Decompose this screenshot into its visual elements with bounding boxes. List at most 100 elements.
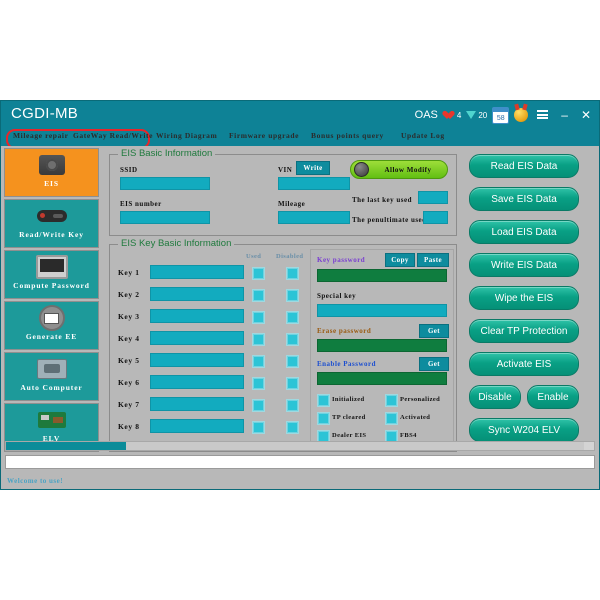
allow-modify-toggle[interactable]: Allow Modify [350,160,448,179]
special-key-label: Special key [317,292,357,300]
sidebar-item-read-write-key[interactable]: Read/Write Key [4,199,99,248]
menu-item-bonus-points-query[interactable]: Bonus points query [311,131,384,140]
sidebar-item-auto-computer[interactable]: Auto Computer [4,352,99,401]
copy-button[interactable]: Copy [385,253,415,267]
auto-icon [36,356,67,382]
flag-checkbox-initialized[interactable] [317,394,330,407]
sidebar-item-generate-ee[interactable]: Generate EE [4,301,99,350]
heart-counter[interactable]: 4 [445,111,461,120]
action-button-enable[interactable]: Enable [527,385,579,409]
menu-item-firmware-upgrade[interactable]: Firmware upgrade [229,131,299,140]
minimize-button[interactable]: – [557,101,572,129]
key-value-input[interactable] [150,265,244,279]
key-disabled-checkbox[interactable] [286,421,299,434]
key-disabled-checkbox[interactable] [286,377,299,390]
gem-counter[interactable]: 20 [466,111,487,120]
medal-icon[interactable] [514,108,529,122]
key-value-input[interactable] [150,375,244,389]
sidebar-item-label: Auto Computer [20,383,83,392]
key-used-checkbox[interactable] [252,289,265,302]
menu-button[interactable] [533,101,552,129]
key-used-checkbox[interactable] [252,333,265,346]
flag-label: Activated [400,414,431,421]
icon-glyph [38,305,65,331]
flag-label: Initialized [332,396,365,403]
penultimate-used-value[interactable] [423,211,448,224]
action-button-sync-w204-elv[interactable]: Sync W204 ELV [469,418,579,442]
log-output-field [5,455,595,469]
erase-password-label: Erase password [317,327,372,335]
flag-checkbox-tp-cleared[interactable] [317,412,330,425]
key-value-input[interactable] [150,287,244,301]
gem-count: 20 [478,110,488,120]
key-value-input[interactable] [150,419,244,433]
oas-label: OAS [414,109,438,121]
key-disabled-checkbox[interactable] [286,289,299,302]
flag-checkbox-activated[interactable] [385,412,398,425]
action-button-clear-tp-protection[interactable]: Clear TP Protection [469,319,579,343]
key-password-label: Key password [317,256,366,264]
ssid-label: SSID [120,166,138,174]
key-icon [36,203,67,229]
key-disabled-checkbox[interactable] [286,355,299,368]
key-used-checkbox[interactable] [252,267,265,280]
penultimate-used-label: The penultimate used [352,216,427,224]
enable-password-input[interactable] [317,372,447,385]
action-button-write-eis-data[interactable]: Write EIS Data [469,253,579,277]
key-used-checkbox[interactable] [252,421,265,434]
menu-item-gateway-read-write[interactable]: GateWay Read/Write [73,131,153,140]
menu-bar: Mileage repair GateWay Read/Write Wiring D… [1,129,599,149]
app-title: CGDI-MB [11,105,79,122]
key-value-input[interactable] [150,353,244,367]
ssid-input[interactable] [120,177,210,190]
scrollbar-thumb[interactable] [6,442,126,450]
key-disabled-checkbox[interactable] [286,311,299,324]
paste-button[interactable]: Paste [417,253,449,267]
action-button-load-eis-data[interactable]: Load EIS Data [469,220,579,244]
sidebar-item-label: Read/Write Key [19,230,84,239]
key-row-label: Key 4 [118,334,140,343]
special-key-input[interactable] [317,304,447,317]
close-button[interactable]: ✕ [577,101,595,129]
mileage-label: Mileage [278,200,306,208]
scrollbar-arrow-icon[interactable] [584,442,594,450]
key-value-input[interactable] [150,397,244,411]
vin-input[interactable] [278,177,350,190]
key-row-label: Key 6 [118,378,140,387]
heart-count: 4 [456,110,462,120]
flag-label: Dealer EIS [332,432,367,439]
action-button-save-eis-data[interactable]: Save EIS Data [469,187,579,211]
horizontal-scrollbar[interactable] [5,441,595,451]
key-value-input[interactable] [150,309,244,323]
mileage-input[interactable] [278,211,350,224]
flag-checkbox-personalized[interactable] [385,394,398,407]
calendar-icon[interactable]: 58 [492,106,510,124]
erase-get-button[interactable]: Get [419,324,449,338]
key-value-input[interactable] [150,331,244,345]
enable-get-button[interactable]: Get [419,357,449,371]
key-used-checkbox[interactable] [252,399,265,412]
sidebar-item-eis[interactable]: EIS [4,148,99,197]
menu-item-wiring-diagram[interactable]: Wiring Diagram [156,131,217,140]
erase-password-input[interactable] [317,339,447,352]
write-button[interactable]: Write [296,161,330,175]
last-key-used-value[interactable] [418,191,448,204]
key-used-checkbox[interactable] [252,355,265,368]
key-disabled-checkbox[interactable] [286,399,299,412]
comp-icon [35,254,68,280]
gem-icon [466,111,477,119]
menu-item-mileage-repair[interactable]: Mileage repair [13,131,69,140]
key-used-checkbox[interactable] [252,311,265,324]
action-button-disable[interactable]: Disable [469,385,521,409]
action-button-wipe-the-eis[interactable]: Wipe the EIS [469,286,579,310]
key-disabled-checkbox[interactable] [286,267,299,280]
key-password-input[interactable] [317,269,447,282]
action-button-activate-eis[interactable]: Activate EIS [469,352,579,376]
menu-item-update-log[interactable]: Update Log [401,131,445,140]
action-button-read-eis-data[interactable]: Read EIS Data [469,154,579,178]
key-used-checkbox[interactable] [252,377,265,390]
key-disabled-checkbox[interactable] [286,333,299,346]
sidebar-item-label: Compute Password [13,281,90,290]
eis-number-input[interactable] [120,211,210,224]
sidebar-item-compute-password[interactable]: Compute Password [4,250,99,299]
